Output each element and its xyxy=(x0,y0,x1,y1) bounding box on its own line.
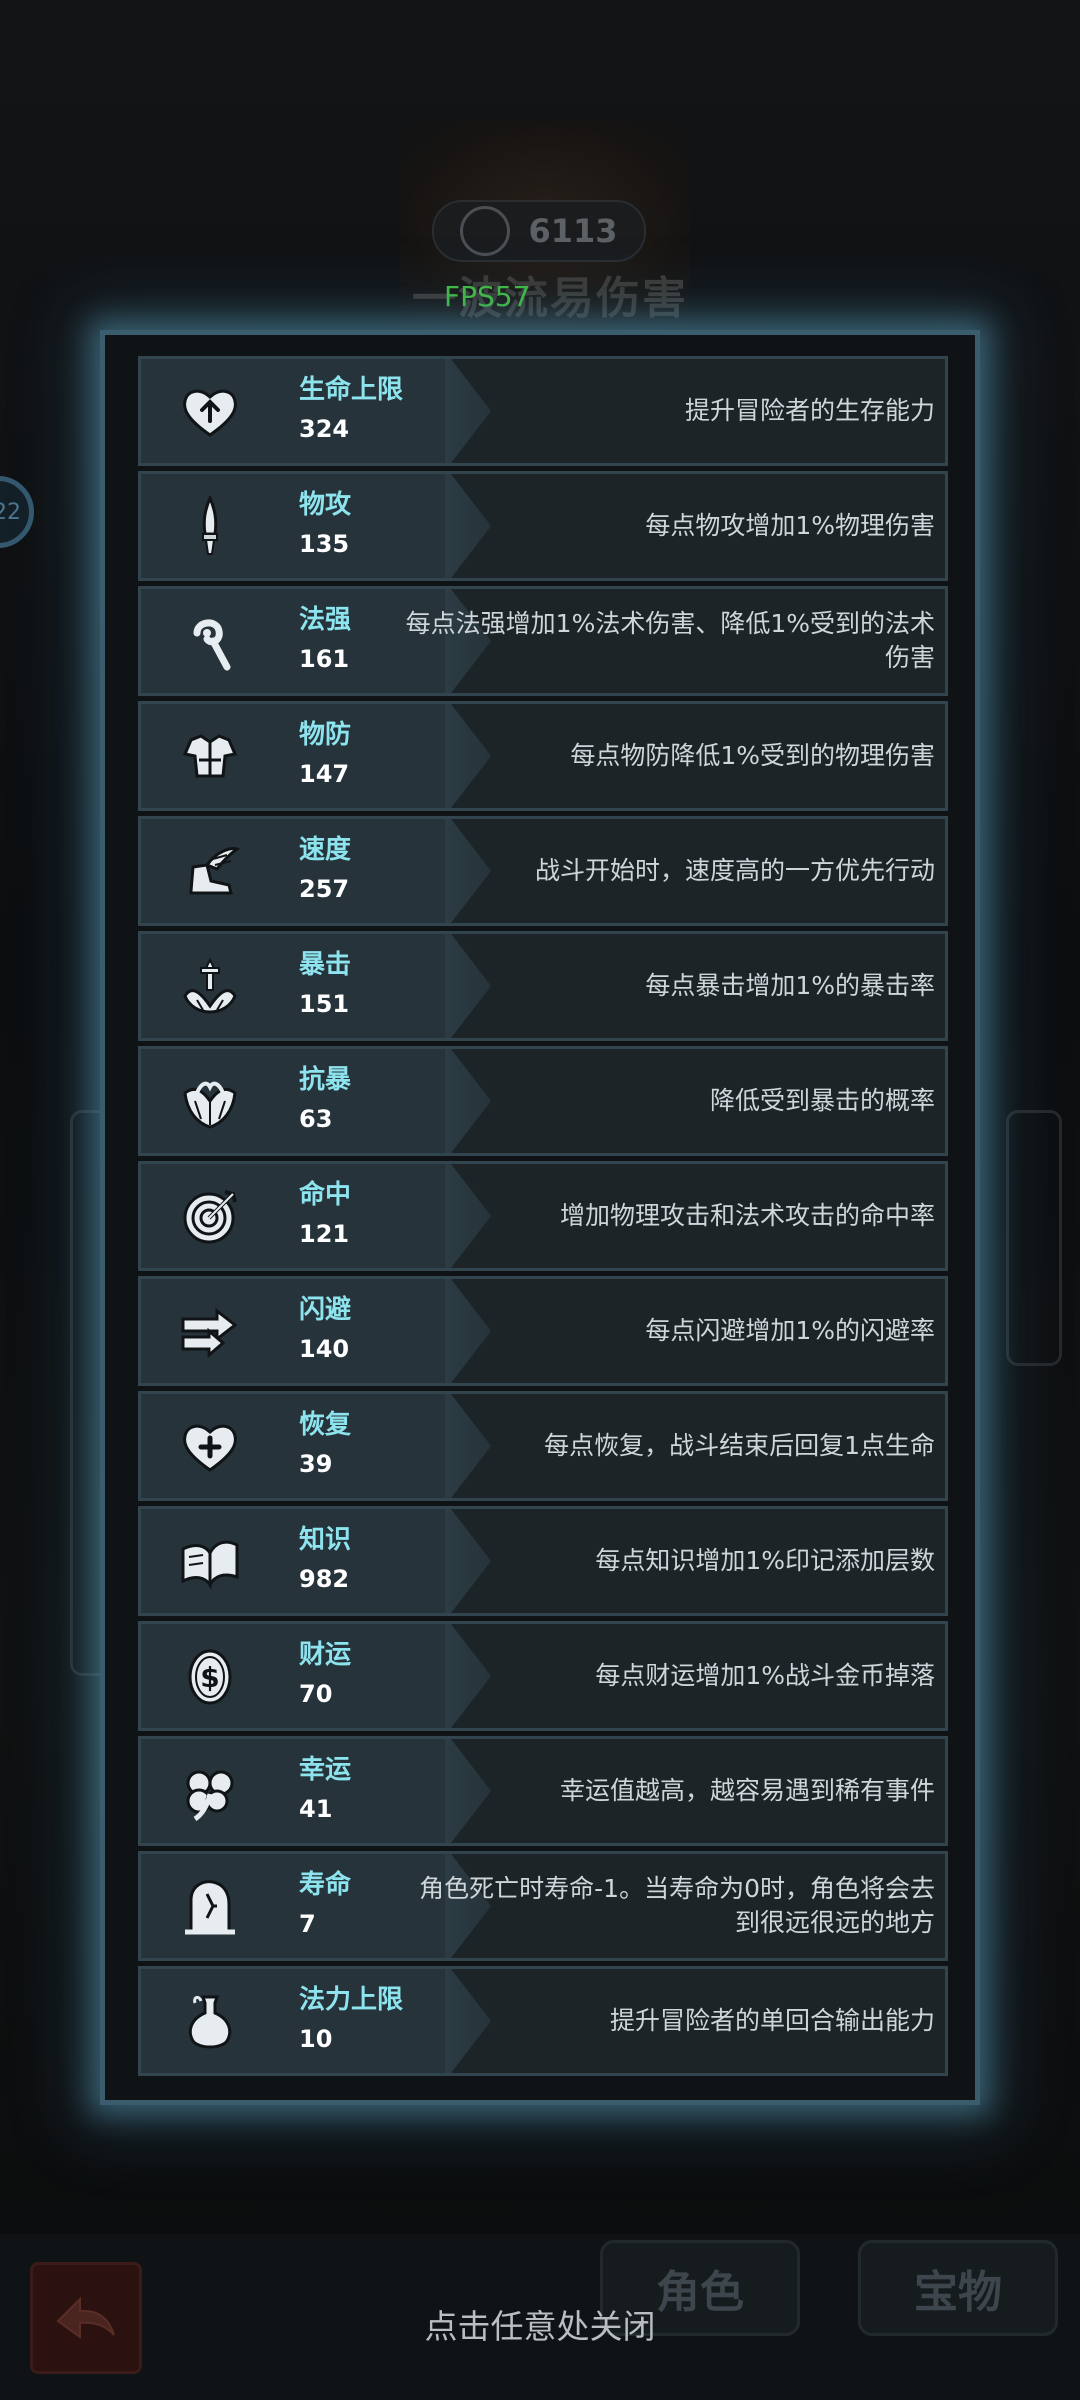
stats-list: 生命上限 324 提升冒险者的生存能力物攻 135 每点物攻增加1%物理伤害法强 161 每… xyxy=(138,356,948,2081)
stat-row: 物攻 135 每点物攻增加1%物理伤害 xyxy=(138,471,948,581)
stat-description: 每点恢复，战斗结束后回复1点生命 xyxy=(544,1431,935,1460)
stat-name: 法强 xyxy=(299,605,352,635)
stat-row: 法强 161 每点法强增加1%法术伤害、降低1%受到的法术伤害 xyxy=(138,586,948,696)
stat-row: 幸运 41 幸运值越高，越容易遇到稀有事件 xyxy=(138,1736,948,1846)
stat-name: 财运 xyxy=(299,1640,352,1670)
target-icon xyxy=(177,1186,243,1246)
stat-name: 物防 xyxy=(299,720,352,750)
stat-description: 每点法强增加1%法术伤害、降低1%受到的法术伤害 xyxy=(405,609,935,672)
stat-value: 63 xyxy=(299,1105,333,1133)
stat-name: 速度 xyxy=(299,835,352,865)
heart-up-icon xyxy=(177,381,243,441)
stat-row: 命中 121 增加物理攻击和法术攻击的命中率 xyxy=(138,1161,948,1271)
skull-icon xyxy=(460,206,511,256)
stat-description: 每点暴击增加1%的暴击率 xyxy=(645,971,935,1000)
crit-sword-icon xyxy=(177,956,243,1016)
stat-value: 151 xyxy=(299,990,350,1018)
stat-row: 生命上限 324 提升冒险者的生存能力 xyxy=(138,356,948,466)
clover-icon xyxy=(177,1761,243,1822)
stat-value: 324 xyxy=(299,415,350,443)
stat-value: 135 xyxy=(299,530,350,558)
tombstone-icon xyxy=(177,1876,243,1936)
stat-value: 41 xyxy=(299,1795,333,1823)
fps-counter: FPS57 xyxy=(444,280,531,313)
stat-description: 每点物防降低1%受到的物理伤害 xyxy=(570,741,935,770)
stat-value: 7 xyxy=(299,1910,316,1938)
background-score: 6113 xyxy=(432,200,646,262)
stat-description: 降低受到暴击的概率 xyxy=(709,1086,935,1115)
stat-value: 257 xyxy=(299,875,350,903)
stat-value: 140 xyxy=(299,1335,350,1363)
stat-description: 每点财运增加1%战斗金币掉落 xyxy=(595,1661,935,1690)
stat-row: 寿命 7 角色死亡时寿命-1。当寿命为0时，角色将会去到很远很远的地方 xyxy=(138,1851,948,1961)
close-hint[interactable]: 点击任意处关闭 xyxy=(0,2300,1080,2348)
stat-value: 70 xyxy=(299,1680,333,1708)
stat-name: 闪避 xyxy=(299,1295,352,1325)
stat-description: 提升冒险者的生存能力 xyxy=(684,396,935,425)
stat-name: 暴击 xyxy=(299,950,352,980)
book-icon xyxy=(177,1531,243,1591)
stat-row: 速度 257 战斗开始时，速度高的一方优先行动 xyxy=(138,816,948,926)
armor-icon xyxy=(177,726,243,786)
stat-value: 121 xyxy=(299,1220,350,1248)
coin-icon: $ xyxy=(177,1646,243,1706)
stat-description: 每点闪避增加1%的闪避率 xyxy=(645,1316,935,1345)
stat-description: 角色死亡时寿命-1。当寿命为0时，角色将会去到很远很远的地方 xyxy=(419,1874,935,1937)
stat-name: 知识 xyxy=(299,1525,352,1555)
stat-row: 闪避 140 每点闪避增加1%的闪避率 xyxy=(138,1276,948,1386)
stat-row: 法力上限 10 提升冒险者的单回合输出能力 xyxy=(138,1966,948,2076)
stat-description: 幸运值越高，越容易遇到稀有事件 xyxy=(559,1776,935,1805)
stat-value: 10 xyxy=(299,2025,333,2053)
mana-flask-icon xyxy=(177,1991,243,2051)
winged-boot-icon xyxy=(177,841,243,901)
stat-name: 幸运 xyxy=(299,1755,352,1785)
stat-row: 抗暴 63 降低受到暴击的概率 xyxy=(138,1046,948,1156)
stats-screen[interactable]: 6113 一波流易伤害 22 FPS57 生命上限324提升冒险者的生存能力物攻… xyxy=(0,0,1080,2400)
stat-name: 命中 xyxy=(299,1180,352,1210)
stat-row: 物防 147 每点物防降低1%受到的物理伤害 xyxy=(138,701,948,811)
svg-text:$: $ xyxy=(200,1661,219,1694)
stat-name: 物攻 xyxy=(299,490,352,520)
stat-description: 增加物理攻击和法术攻击的命中率 xyxy=(559,1201,935,1230)
stat-description: 提升冒险者的单回合输出能力 xyxy=(609,2006,935,2035)
stat-row: 暴击 151 每点暴击增加1%的暴击率 xyxy=(138,931,948,1041)
stat-name: 生命上限 xyxy=(299,375,404,405)
stat-name: 寿命 xyxy=(299,1870,352,1900)
stat-value: 982 xyxy=(299,1565,350,1593)
stat-name: 恢复 xyxy=(299,1410,352,1440)
background-score-value: 6113 xyxy=(528,212,618,250)
stat-name: 抗暴 xyxy=(299,1065,352,1095)
background-card-right xyxy=(1006,1110,1062,1366)
stat-row: 恢复 39 每点恢复，战斗结束后回复1点生命 xyxy=(138,1391,948,1501)
dagger-icon xyxy=(177,494,243,556)
stat-value: 147 xyxy=(299,760,350,788)
stat-row: $ 财运 70 每点财运增加1%战斗金币掉落 xyxy=(138,1621,948,1731)
stat-value: 161 xyxy=(299,645,350,673)
stat-value: 39 xyxy=(299,1450,333,1478)
stat-description: 每点知识增加1%印记添加层数 xyxy=(595,1546,935,1575)
staff-icon xyxy=(177,611,243,671)
crit-shield-icon xyxy=(177,1071,243,1131)
stat-description: 战斗开始时，速度高的一方优先行动 xyxy=(534,856,935,885)
dodge-arrows-icon xyxy=(177,1301,243,1361)
stat-name: 法力上限 xyxy=(299,1985,404,2015)
stats-panel: 生命上限 324 提升冒险者的生存能力物攻 135 每点物攻增加1%物理伤害法强 161 每… xyxy=(100,330,980,2105)
stat-row: 知识 982 每点知识增加1%印记添加层数 xyxy=(138,1506,948,1616)
heart-plus-icon xyxy=(177,1416,243,1476)
stat-description: 每点物攻增加1%物理伤害 xyxy=(645,511,935,540)
